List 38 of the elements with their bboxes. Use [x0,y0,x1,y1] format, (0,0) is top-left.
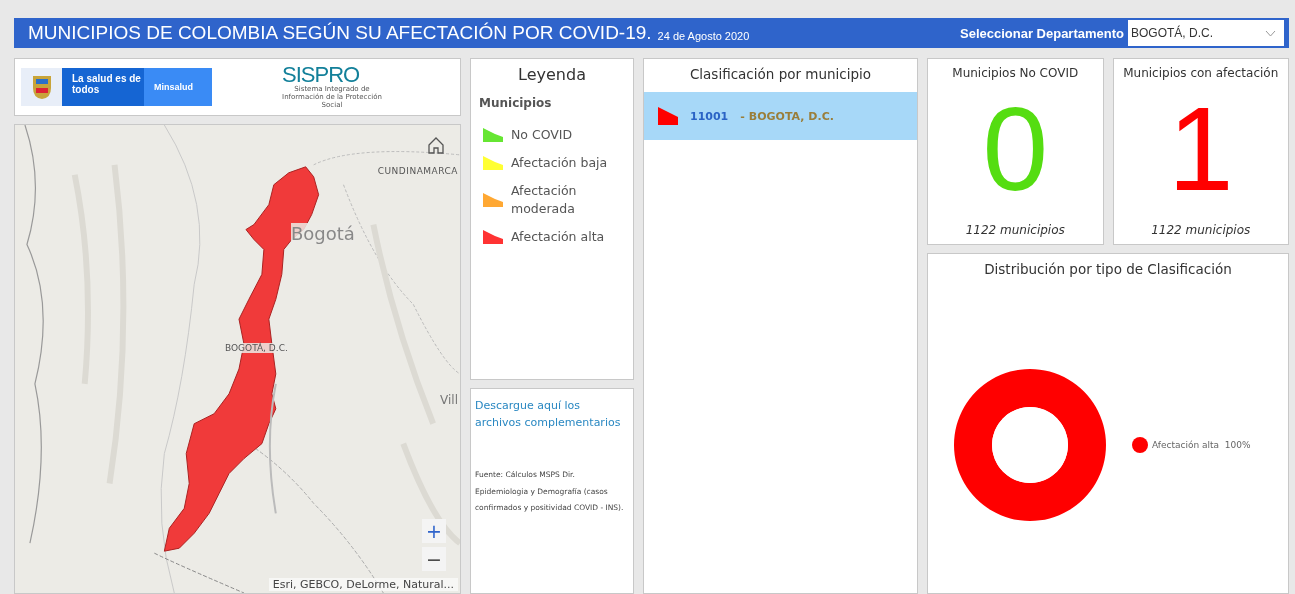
legend-label: Afectación moderada [511,181,578,219]
stat-title: Municipios No COVID [952,66,1079,80]
selector-label: Seleccionar Departamento [960,25,1124,41]
separator-text: - [740,109,745,123]
zoom-out-button[interactable]: − [422,547,446,571]
stat-value: 1 [1167,90,1234,217]
legend-label: No COVID [511,126,573,144]
home-icon[interactable] [426,135,446,155]
map-attribution: Esri, GEBCO, DeLorme, Natural... [268,578,458,591]
stat-caption: 1122 municipios [965,223,1065,237]
legend-title: Leyenda [517,65,587,84]
place-label: Bogotá [291,223,355,244]
chart-title: Distribución por tipo de Clasificación [984,260,1232,277]
sispro-logo: SISPRO [282,64,360,87]
ministry-logo: Minsalud [144,68,212,106]
place-label: CUNDINAMARCA [377,166,458,176]
tagline-text: La salud es de todos [62,68,144,106]
date-label: 24 de Agosto 2020 [657,29,750,42]
zoom-in-button[interactable]: + [422,519,446,543]
stat-title: Municipios con afectación [1123,66,1279,80]
map-view[interactable]: CUNDINAMARCA Bogotá BOGOTÁ, D.C. Vill + − Esri, GEBCO, DeLorme, Natural... [14,124,461,594]
department-dropdown[interactable]: BOGOTÁ, D.C. [1128,20,1284,46]
place-label: Vill [440,393,458,407]
download-link[interactable]: Descargue aquí los archivos complementarios [475,397,629,432]
place-label: BOGOTÁ, D.C. [225,343,288,353]
legend-subtitle: Municipios [479,96,553,110]
stat-caption: 1122 municipios [1151,223,1251,237]
caret-icon [1265,29,1276,37]
legend-label: Afectación alta [511,228,605,246]
municipality-code: 11001 [690,109,729,123]
stat-value: 0 [982,90,1049,217]
panel-title: Clasificación por municipio [688,65,873,84]
legend-label: Afectación baja [511,153,608,172]
dashboard-title: MUNICIPIOS DE COLOMBIA SEGÚN SU AFECTACIÓN POR COVID-19. [28,22,652,44]
municipality-name: BOGOTA, D.C. [748,109,834,123]
municipality-row[interactable]: 11001 - BOGOTA, D.C. [644,92,917,140]
legend-label: Afectación alta 100% [1152,440,1251,450]
coat-of-arms-icon [30,74,53,100]
